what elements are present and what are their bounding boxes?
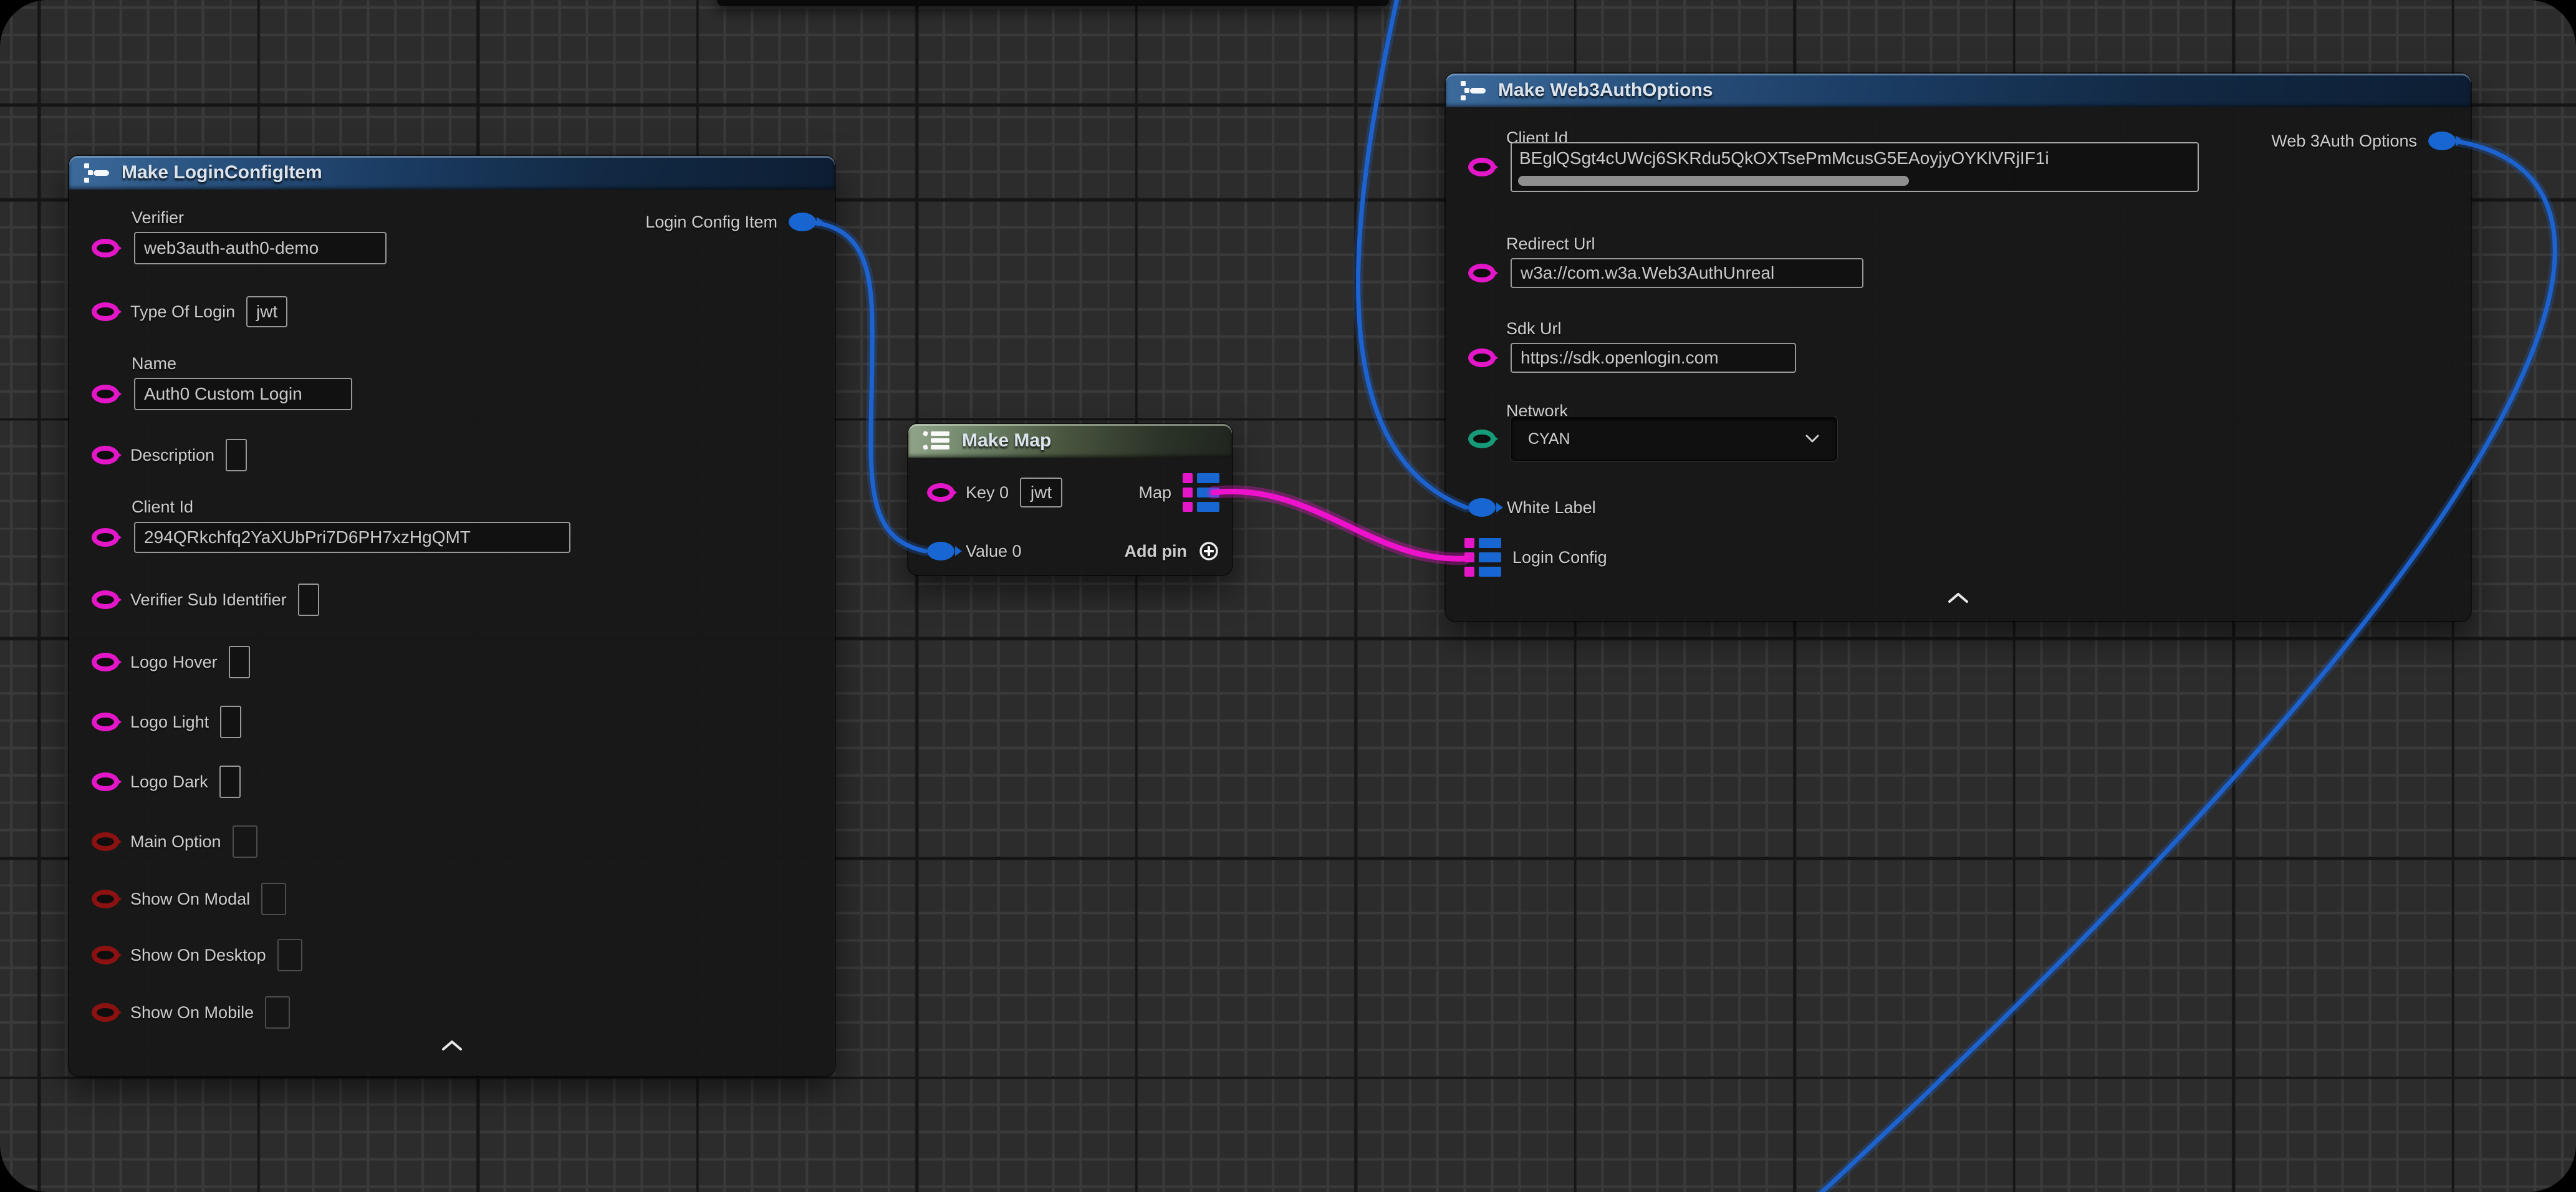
redirect-url-field[interactable]: w3a://com.w3a.Web3AuthUnreal [1511,258,1863,288]
input-label-logo-dark: Logo Dark [130,772,208,792]
input-pin-client-id[interactable] [1468,158,1496,176]
input-label-show-on-desktop: Show On Desktop [130,946,266,965]
output-pin-label: Login Config Item [645,213,777,232]
show-on-mobile-checkbox[interactable] [265,996,290,1029]
node-make-map[interactable]: Make Map Key 0 jwt Map Value 0 Add pin [908,424,1232,575]
input-label-sdk-url: Sdk Url [1506,319,1562,339]
output-pin-label-map: Map [1138,483,1171,502]
input-pin-white-label[interactable] [1468,498,1496,517]
input-label-name: Name [132,354,176,373]
input-label-key-0: Key 0 [966,483,1009,502]
offscreen-node-bottom-edge [717,0,1389,6]
input-label-login-config: Login Config [1512,548,1607,567]
make-struct-icon [83,160,110,185]
client-id-field[interactable]: BEglQSgt4cUWcj6SKRdu5QkOXTsePmMcusG5EAoy… [1511,142,2199,192]
add-pin-label: Add pin [1125,542,1187,561]
input-pin-show-on-modal[interactable] [92,890,119,908]
input-pin-logo-hover[interactable] [92,653,119,671]
description-field[interactable] [226,439,247,471]
input-label-type-of-login: Type Of Login [130,302,235,322]
node-title: Make LoginConfigItem [122,162,322,183]
node-make-web3authoptions[interactable]: Make Web3AuthOptions Web 3Auth Options C… [1446,74,2471,621]
logo-light-field[interactable] [220,706,241,738]
make-struct-icon [1459,78,1487,103]
input-pin-key-0[interactable] [927,483,954,502]
graph-canvas[interactable]: Make LoginConfigItem Login Config Item V… [0,0,2576,1192]
network-dropdown[interactable]: CYAN [1511,416,1837,461]
key-0-field[interactable]: jwt [1020,478,1062,507]
node-make-loginconfigitem[interactable]: Make LoginConfigItem Login Config Item V… [69,156,835,1076]
main-option-checkbox[interactable] [233,825,257,858]
name-field[interactable]: Auth0 Custom Login [134,378,352,410]
node-title: Make Map [962,430,1051,451]
logo-hover-field[interactable] [229,646,250,678]
input-label-client-id: Client Id [132,497,193,517]
input-pin-redirect-url[interactable] [1468,264,1496,282]
input-pin-value-0[interactable] [927,542,954,560]
node-title: Make Web3AuthOptions [1498,80,1713,101]
wire-glow [1213,491,1464,559]
logo-dark-field[interactable] [219,766,241,798]
show-on-desktop-checkbox[interactable] [277,939,302,971]
client-id-field[interactable]: 294QRkchfq2YaXUbPri7D6PH7xzHgQMT [134,522,570,553]
type-of-login-field[interactable]: jwt [246,296,287,327]
input-label-white-label: White Label [1507,498,1596,517]
input-label-verifier: Verifier [132,208,184,228]
make-map-icon [922,430,951,451]
input-pin-description[interactable] [92,446,119,464]
input-pin-main-option[interactable] [92,832,119,851]
node-header-make-web3authoptions[interactable]: Make Web3AuthOptions [1446,74,2471,107]
node-header-make-loginconfigitem[interactable]: Make LoginConfigItem [69,156,835,190]
input-label-description: Description [130,446,214,465]
input-pin-type-of-login[interactable] [92,302,119,321]
input-label-logo-hover: Logo Hover [130,653,218,672]
verifier-field[interactable]: web3auth-auth0-demo [134,232,387,264]
node-header-make-map[interactable]: Make Map [908,424,1232,458]
verifier-sub-identifier-field[interactable] [298,584,319,616]
input-pin-show-on-mobile[interactable] [92,1003,119,1022]
add-pin-icon[interactable] [1198,541,1219,562]
input-pin-verifier[interactable] [92,239,119,257]
input-pin-sdk-url[interactable] [1468,348,1496,367]
input-pin-logo-dark[interactable] [92,772,119,791]
input-label-main-option: Main Option [130,832,221,852]
output-pin-label: Web 3Auth Options [2271,132,2417,151]
input-pin-show-on-desktop[interactable] [92,946,119,964]
input-pin-verifier-sub-identifier[interactable] [92,590,119,609]
input-label-value-0: Value 0 [966,542,1022,561]
collapse-node-chevron-icon[interactable] [1948,592,1969,603]
sdk-url-field[interactable]: https://sdk.openlogin.com [1511,343,1796,373]
input-pin-client-id[interactable] [92,528,119,547]
input-pin-logo-light[interactable] [92,713,119,731]
field-horizontal-scrollbar[interactable] [1518,176,1909,186]
chevron-down-icon [1805,435,1820,443]
input-label-logo-light: Logo Light [130,713,209,732]
input-pin-name[interactable] [92,385,119,403]
input-label-verifier-sub-identifier: Verifier Sub Identifier [130,590,287,610]
input-pin-network[interactable] [1468,430,1496,448]
show-on-modal-checkbox[interactable] [261,883,286,915]
input-label-redirect-url: Redirect Url [1506,234,1595,254]
input-label-show-on-modal: Show On Modal [130,890,250,909]
input-label-show-on-mobile: Show On Mobile [130,1003,254,1022]
collapse-node-chevron-icon[interactable] [441,1040,463,1051]
